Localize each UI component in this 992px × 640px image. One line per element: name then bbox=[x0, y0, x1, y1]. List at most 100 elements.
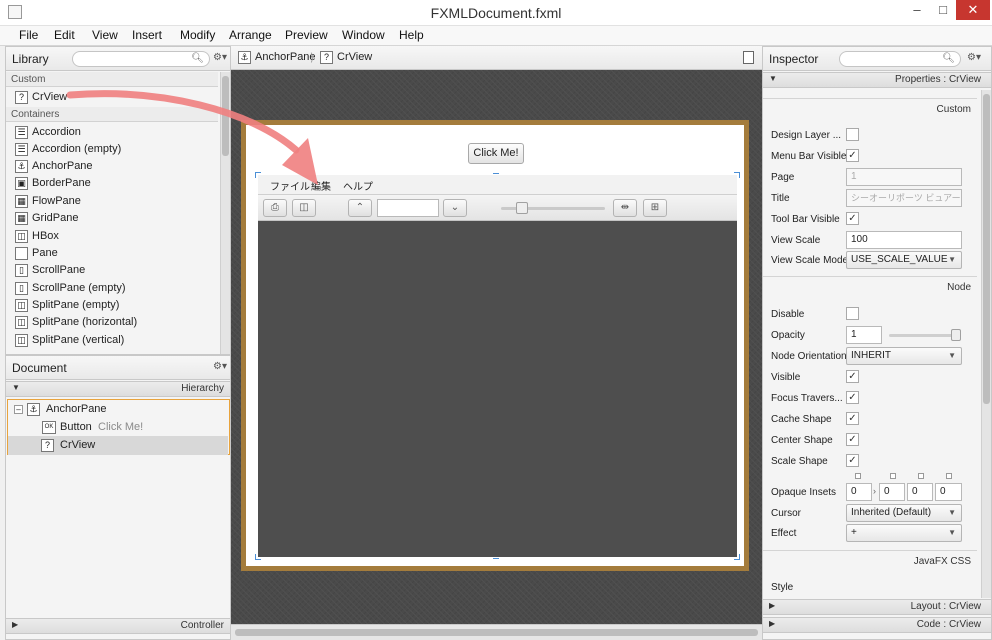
inset-link-icon[interactable] bbox=[946, 473, 952, 479]
library-scroll-thumb[interactable] bbox=[222, 76, 229, 156]
zoom-slider-thumb[interactable] bbox=[516, 202, 528, 214]
menu-bar-visible-checkbox[interactable]: ✓ bbox=[846, 149, 859, 162]
inset-link-icon[interactable] bbox=[918, 473, 924, 479]
library-item-borderpane[interactable]: ▣ BorderPane bbox=[6, 175, 218, 192]
library-item-accordion-empty[interactable]: ☰ Accordion (empty) bbox=[6, 141, 218, 158]
selection-handle[interactable] bbox=[255, 554, 261, 560]
inset-right-field[interactable]: 0 bbox=[879, 483, 905, 501]
menu-view[interactable]: View bbox=[92, 28, 118, 42]
selection-handle[interactable] bbox=[734, 554, 740, 560]
menu-edit[interactable]: Edit bbox=[54, 28, 75, 42]
chevron-up-icon[interactable]: ⌃ bbox=[348, 199, 372, 217]
focus-traversable-checkbox[interactable]: ✓ bbox=[846, 391, 859, 404]
crview-menu-edit[interactable]: 編集 bbox=[311, 178, 331, 193]
tool-bar-visible-checkbox[interactable]: ✓ bbox=[846, 212, 859, 225]
collapse-triangle-icon[interactable]: ▼ bbox=[769, 74, 777, 83]
selection-handle[interactable] bbox=[493, 170, 499, 174]
canvas-hscrollbar[interactable] bbox=[231, 624, 762, 640]
selection-handle[interactable] bbox=[493, 558, 499, 562]
click-me-button[interactable]: Click Me! bbox=[468, 143, 524, 164]
tree-node-anchorpane[interactable]: – ⚓ AnchorPane bbox=[14, 400, 228, 419]
library-item-accordion[interactable]: ☰ Accordion bbox=[6, 124, 218, 141]
library-item-scrollpane-empty[interactable]: ▯ ScrollPane (empty) bbox=[6, 280, 218, 297]
library-scrollbar[interactable] bbox=[220, 72, 230, 354]
inspector-scrollbar[interactable] bbox=[981, 90, 991, 598]
library-item-scrollpane[interactable]: ▯ ScrollPane bbox=[6, 262, 218, 279]
controller-bar[interactable]: ▶ Controller bbox=[6, 618, 230, 634]
library-item-pane[interactable]: Pane bbox=[6, 245, 218, 262]
view-scale-mode-select[interactable]: USE_SCALE_VALUE ▼ bbox=[846, 251, 962, 269]
anchorpane-frame[interactable]: Click Me! ファイル 編集 ヘルプ ⎙ ◫ ⌃ ⌄ ⇹ ⊞ bbox=[241, 120, 749, 571]
opacity-field[interactable]: 1 bbox=[846, 326, 882, 344]
center-shape-checkbox[interactable]: ✓ bbox=[846, 433, 859, 446]
library-item-gridpane[interactable]: ▦ GridPane bbox=[6, 210, 218, 227]
hierarchy-bar[interactable]: ▼ Hierarchy bbox=[6, 381, 230, 397]
menu-window[interactable]: Window bbox=[342, 28, 385, 42]
tree-collapse-icon[interactable]: – bbox=[14, 405, 23, 414]
layout-bar[interactable]: ▶ Layout : CrView bbox=[763, 599, 991, 615]
menu-insert[interactable]: Insert bbox=[132, 28, 162, 42]
menu-arrange[interactable]: Arrange bbox=[229, 28, 272, 42]
cursor-select[interactable]: Inherited (Default) ▼ bbox=[846, 504, 962, 522]
chevron-down-icon[interactable]: ⌄ bbox=[443, 199, 467, 217]
inset-bottom-field[interactable]: 0 bbox=[907, 483, 933, 501]
canvas-hscroll-thumb[interactable] bbox=[235, 629, 758, 636]
expand-triangle-icon[interactable]: ▶ bbox=[769, 601, 775, 610]
code-bar[interactable]: ▶ Code : CrView bbox=[763, 617, 991, 633]
page-field[interactable]: 1 bbox=[846, 168, 962, 186]
crview-menu-help[interactable]: ヘルプ bbox=[343, 178, 373, 193]
close-button[interactable]: ✕ bbox=[956, 0, 990, 20]
menu-help[interactable]: Help bbox=[399, 28, 424, 42]
library-item-flowpane[interactable]: ▦ FlowPane bbox=[6, 193, 218, 210]
crview-viewport[interactable] bbox=[258, 221, 737, 557]
minimize-button[interactable]: – bbox=[904, 0, 930, 20]
inset-link-icon[interactable] bbox=[890, 473, 896, 479]
opacity-slider-thumb[interactable] bbox=[951, 329, 961, 341]
breadcrumb-crview[interactable]: CrView bbox=[337, 51, 372, 63]
library-item-anchorpane[interactable]: ⚓ AnchorPane bbox=[6, 158, 218, 175]
document-icon[interactable] bbox=[743, 51, 754, 64]
inspector-gear-icon[interactable]: ⚙▾ bbox=[967, 52, 981, 63]
selection-handle[interactable] bbox=[734, 172, 740, 178]
properties-bar[interactable]: ▼ Properties : CrView bbox=[763, 72, 991, 88]
page-number-input[interactable] bbox=[377, 199, 439, 217]
tree-node-crview[interactable]: ? CrView bbox=[8, 436, 228, 455]
inspector-search-input[interactable]: 🔍︎ bbox=[839, 51, 961, 67]
crview-menu-file[interactable]: ファイル bbox=[270, 178, 310, 193]
collapse-triangle-icon[interactable]: ▼ bbox=[12, 383, 20, 392]
visible-checkbox[interactable]: ✓ bbox=[846, 370, 859, 383]
document-gear-icon[interactable]: ⚙▾ bbox=[213, 361, 227, 372]
library-search-input[interactable]: 🔍︎ bbox=[72, 51, 210, 67]
menu-file[interactable]: File bbox=[19, 28, 38, 42]
view-scale-field[interactable]: 100 bbox=[846, 231, 962, 249]
node-orientation-select[interactable]: INHERIT ▼ bbox=[846, 347, 962, 365]
library-item-splitpane-empty[interactable]: ◫ SplitPane (empty) bbox=[6, 297, 218, 314]
effect-select[interactable]: + ▼ bbox=[846, 524, 962, 542]
inset-left-field[interactable]: 0 bbox=[935, 483, 962, 501]
library-item-splitpane-vertical[interactable]: ◫ SplitPane (vertical) bbox=[6, 332, 218, 349]
library-item-hbox[interactable]: ◫ HBox bbox=[6, 228, 218, 245]
scale-shape-checkbox[interactable]: ✓ bbox=[846, 454, 859, 467]
print-icon[interactable]: ⎙ bbox=[263, 199, 287, 217]
maximize-button[interactable]: □ bbox=[930, 0, 956, 20]
library-item-crview[interactable]: ? CrView bbox=[6, 89, 218, 106]
fit-width-icon[interactable]: ⇹ bbox=[613, 199, 637, 217]
inset-link-icon[interactable] bbox=[855, 473, 861, 479]
disable-checkbox[interactable] bbox=[846, 307, 859, 320]
library-item-splitpane-horizontal[interactable]: ◫ SplitPane (horizontal) bbox=[6, 314, 218, 331]
menu-modify[interactable]: Modify bbox=[180, 28, 215, 42]
inset-top-field[interactable]: 0 bbox=[846, 483, 872, 501]
breadcrumb-anchorpane[interactable]: AnchorPane bbox=[255, 51, 316, 63]
inspector-scroll-thumb[interactable] bbox=[983, 94, 990, 404]
tree-node-button[interactable]: OK Button Click Me! bbox=[14, 418, 228, 437]
design-layer-checkbox[interactable] bbox=[846, 128, 859, 141]
expand-triangle-icon[interactable]: ▶ bbox=[769, 619, 775, 628]
library-gear-icon[interactable]: ⚙▾ bbox=[213, 52, 227, 63]
cache-shape-checkbox[interactable]: ✓ bbox=[846, 412, 859, 425]
title-field[interactable]: シーオーリポーツ ビュアー bbox=[846, 189, 962, 207]
selection-handle[interactable] bbox=[255, 172, 261, 178]
save-icon[interactable]: ◫ bbox=[292, 199, 316, 217]
expand-triangle-icon[interactable]: ▶ bbox=[12, 620, 18, 629]
fit-page-icon[interactable]: ⊞ bbox=[643, 199, 667, 217]
menu-preview[interactable]: Preview bbox=[285, 28, 328, 42]
